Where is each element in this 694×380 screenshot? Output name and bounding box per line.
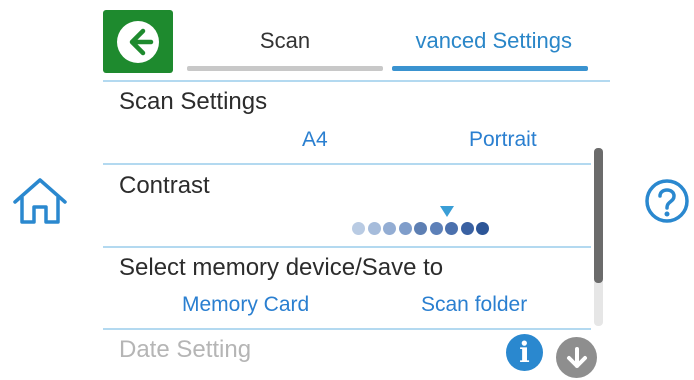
tab-scan-label: Scan (259, 28, 311, 53)
scan-orientation-value: Portrait (469, 128, 537, 151)
contrast-step-dot[interactable] (352, 222, 365, 235)
help-icon[interactable] (644, 178, 690, 224)
contrast-step-dot[interactable] (383, 222, 396, 235)
contrast-title: Contrast (119, 172, 210, 199)
contrast-pointer-icon (440, 206, 454, 217)
memory-device-title: Select memory device/Save to (119, 254, 444, 281)
tab-advanced-settings-indicator (392, 66, 588, 71)
arrow-left-icon (117, 20, 159, 63)
contrast-step-dot[interactable] (460, 222, 474, 235)
row-divider (103, 328, 591, 330)
contrast-step-dot[interactable] (445, 222, 458, 235)
scan-settings-title: Scan Settings (119, 88, 268, 115)
memory-device-value: Memory Card (182, 293, 310, 316)
info-icon: i (519, 336, 530, 369)
info-button[interactable]: i (506, 334, 543, 371)
contrast-step-dot[interactable] (476, 222, 489, 235)
tab-scan-indicator (187, 66, 383, 71)
save-folder-value: Scan folder (421, 293, 528, 316)
contrast-step-dot[interactable] (367, 222, 381, 235)
contrast-step-dot[interactable] (414, 222, 427, 235)
scroll-down-button[interactable] (556, 337, 597, 378)
home-icon[interactable] (10, 176, 70, 226)
tab-advanced-settings-label: vanced Settings (415, 28, 572, 53)
contrast-step-dot[interactable] (398, 222, 412, 235)
date-setting-title[interactable]: Date Setting (119, 336, 251, 364)
contrast-step-dot[interactable] (429, 222, 443, 235)
back-button[interactable] (103, 10, 173, 73)
scan-size-value: A4 (302, 128, 328, 151)
arrow-down-icon (566, 346, 587, 368)
scrollbar-thumb[interactable] (594, 148, 603, 283)
